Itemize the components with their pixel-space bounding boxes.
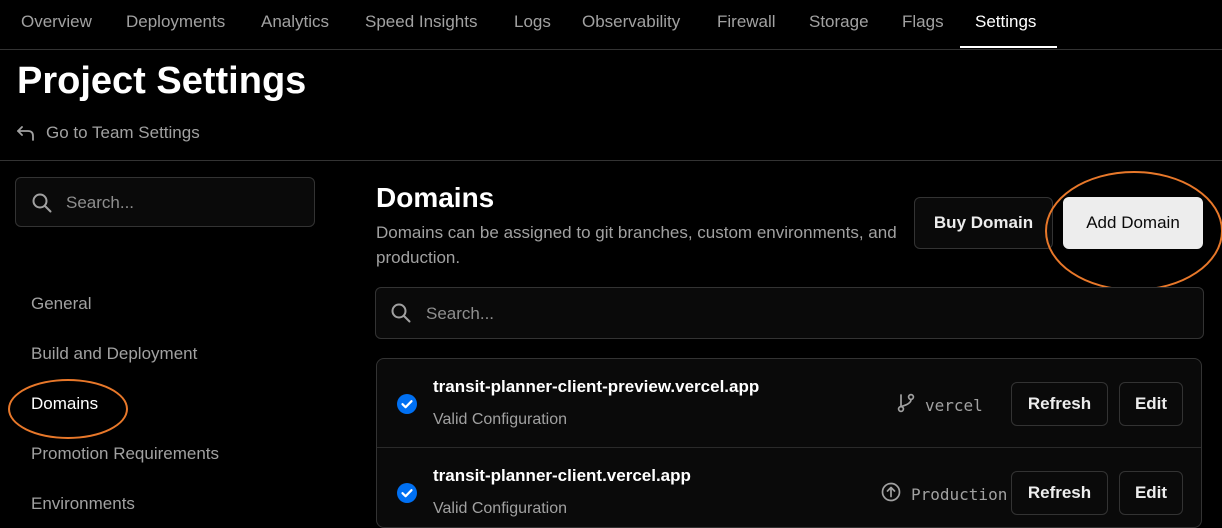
search-icon <box>391 303 411 328</box>
edit-button[interactable]: Edit <box>1119 382 1183 426</box>
git-branch-icon <box>897 393 915 417</box>
team-settings-label: Go to Team Settings <box>46 123 200 142</box>
sidebar-item-promotion-requirements[interactable]: Promotion Requirements <box>31 444 219 464</box>
buy-domain-button[interactable]: Buy Domain <box>914 197 1053 249</box>
domains-search <box>375 287 1204 339</box>
domain-target: Production <box>881 482 1013 506</box>
sidebar-search <box>15 177 315 227</box>
header-divider <box>0 160 1222 161</box>
sidebar-item-environments[interactable]: Environments <box>31 494 135 514</box>
tab-overview[interactable]: Overview <box>21 0 92 44</box>
sidebar-item-domains[interactable]: Domains <box>31 394 98 414</box>
tab-settings[interactable]: Settings <box>975 0 1036 44</box>
domains-search-input[interactable] <box>426 301 1186 327</box>
domain-row: transit-planner-client.vercel.app Valid … <box>377 447 1201 527</box>
top-nav: Overview Deployments Analytics Speed Ins… <box>0 0 1222 50</box>
refresh-button[interactable]: Refresh <box>1011 382 1108 426</box>
tab-logs[interactable]: Logs <box>514 0 551 44</box>
edit-button[interactable]: Edit <box>1119 471 1183 515</box>
domain-target-label: vercel <box>925 395 983 415</box>
domain-target-label: Production <box>911 484 1008 504</box>
arrow-back-icon <box>16 124 36 142</box>
active-tab-indicator <box>960 46 1057 48</box>
sidebar-search-input[interactable] <box>66 190 296 216</box>
domain-target: vercel <box>897 393 983 417</box>
page-title: Project Settings <box>17 60 307 102</box>
check-circle-icon <box>397 483 417 503</box>
domain-row: transit-planner-client-preview.vercel.ap… <box>377 359 1201 447</box>
domain-status: Valid Configuration <box>433 411 568 428</box>
tab-observability[interactable]: Observability <box>582 0 680 44</box>
check-circle-icon <box>397 394 417 414</box>
add-domain-button[interactable]: Add Domain <box>1063 197 1203 249</box>
production-arrow-icon <box>881 482 901 506</box>
search-icon <box>32 193 52 218</box>
tab-firewall[interactable]: Firewall <box>717 0 776 44</box>
sidebar-item-general[interactable]: General <box>31 294 91 314</box>
tab-analytics[interactable]: Analytics <box>261 0 329 44</box>
domain-name[interactable]: transit-planner-client-preview.vercel.ap… <box>433 377 759 397</box>
tab-deployments[interactable]: Deployments <box>126 0 225 44</box>
refresh-button[interactable]: Refresh <box>1011 471 1108 515</box>
domain-list: transit-planner-client-preview.vercel.ap… <box>376 358 1202 528</box>
domain-status: Valid Configuration <box>433 500 568 517</box>
go-to-team-settings-link[interactable]: Go to Team Settings <box>16 120 200 146</box>
tab-storage[interactable]: Storage <box>809 0 869 44</box>
tab-speed-insights[interactable]: Speed Insights <box>365 0 477 44</box>
domains-title: Domains <box>376 182 495 213</box>
tab-flags[interactable]: Flags <box>902 0 944 44</box>
domain-name[interactable]: transit-planner-client.vercel.app <box>433 466 691 486</box>
sidebar-item-build-and-deployment[interactable]: Build and Deployment <box>31 344 197 364</box>
domains-description: Domains can be assigned to git branches,… <box>376 223 897 267</box>
